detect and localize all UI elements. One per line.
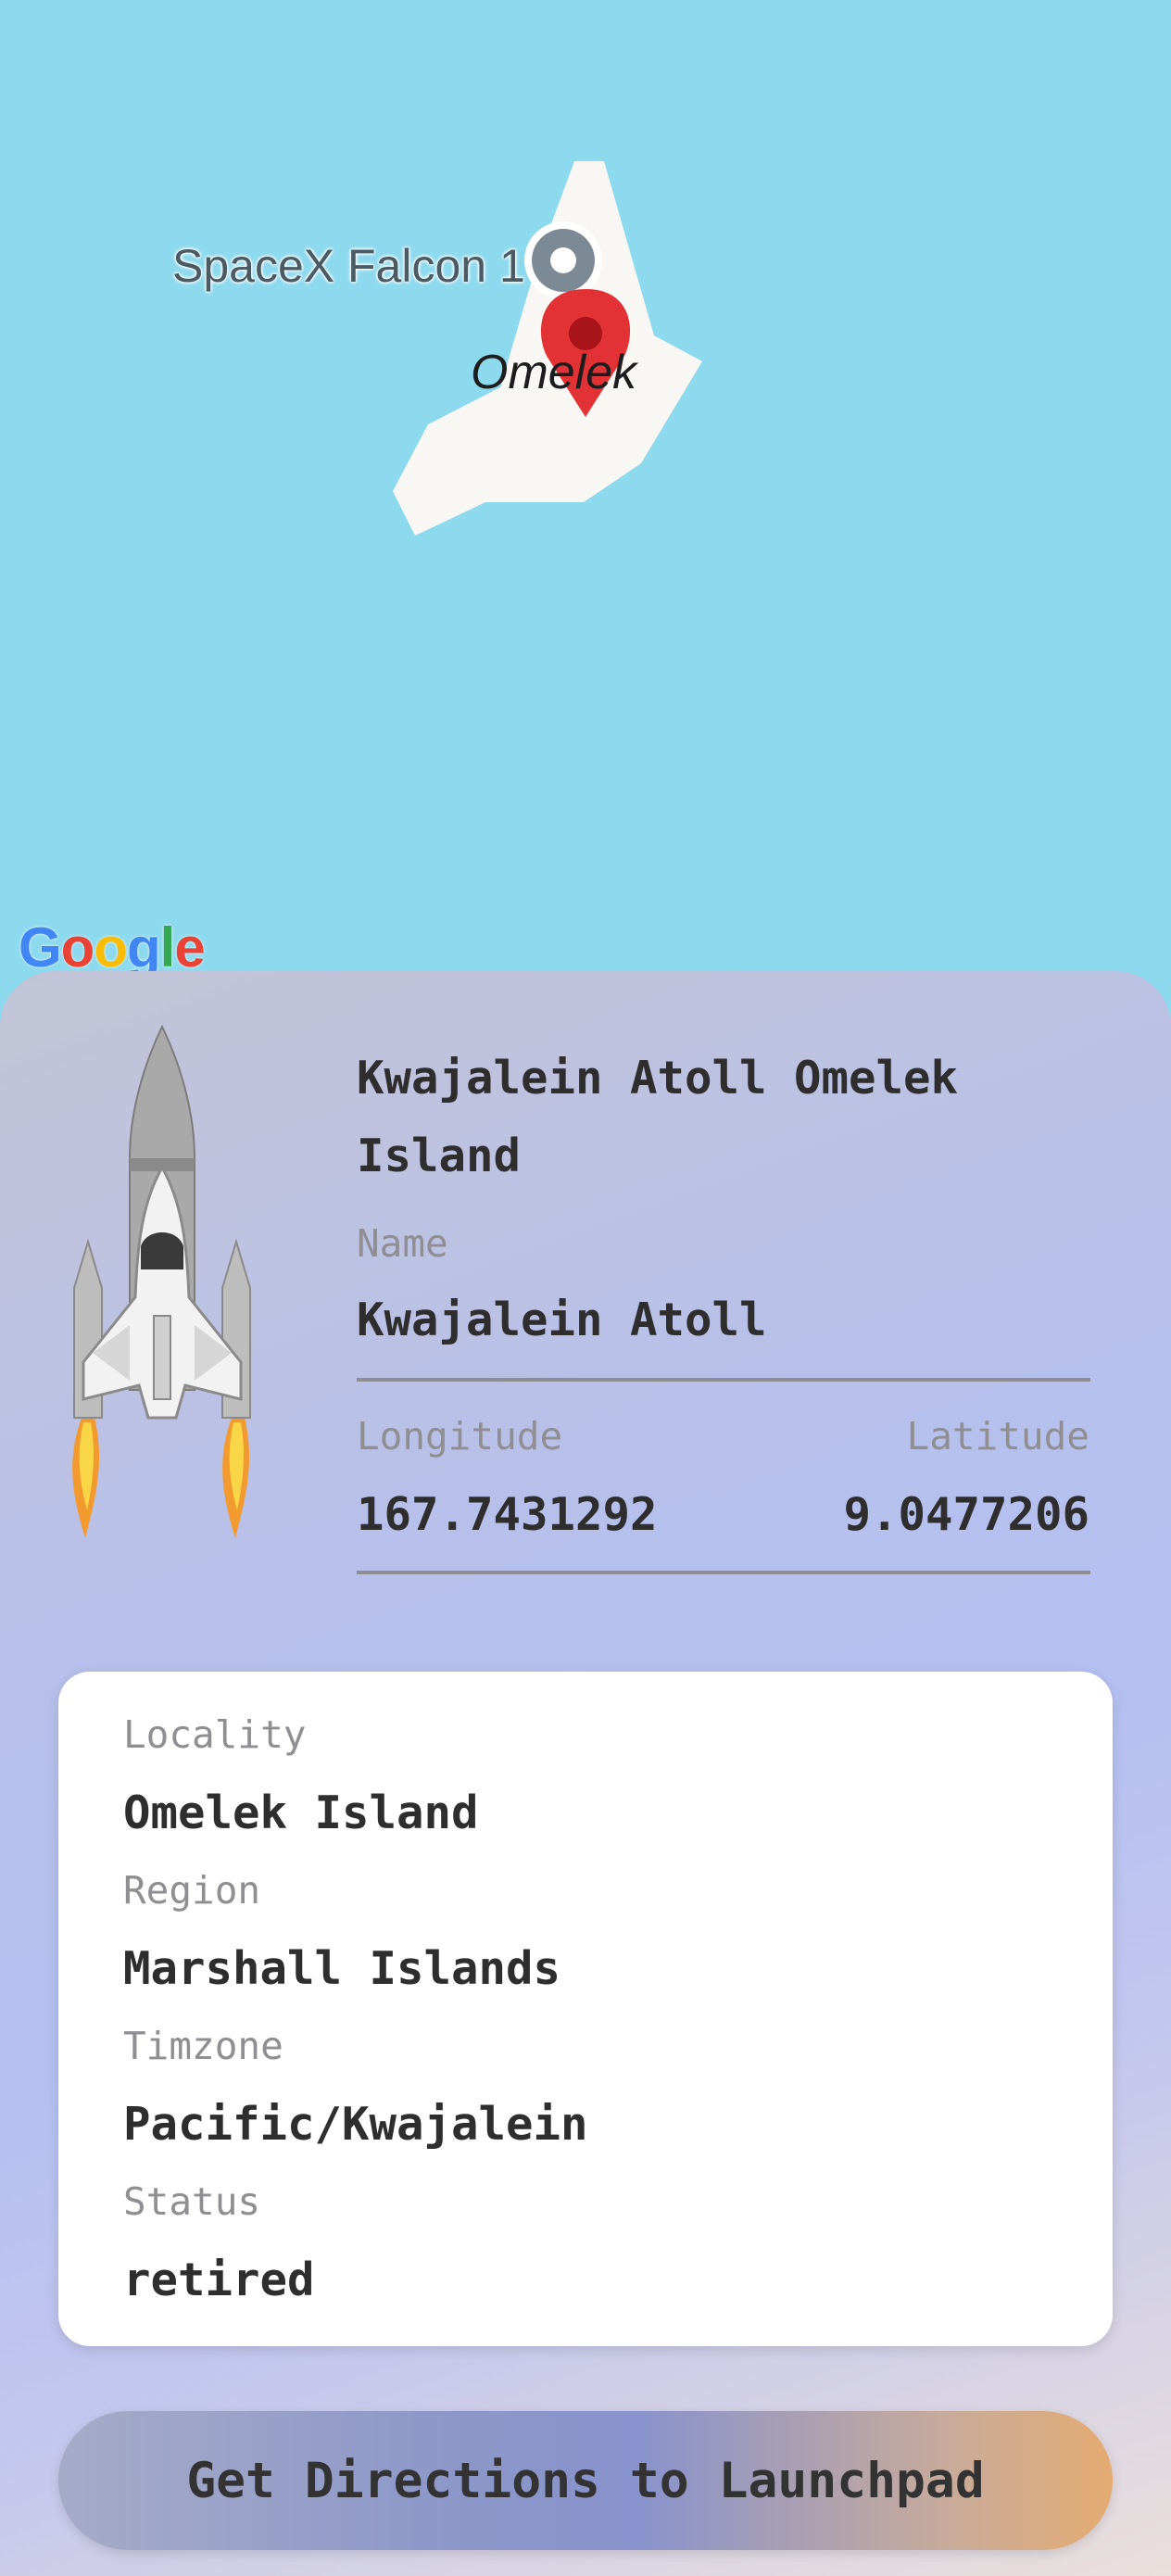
poi-marker-icon [524, 221, 602, 299]
name-label: Name [357, 1221, 448, 1266]
launchpad-title: Kwajalein Atoll Omelek Island [357, 1052, 959, 1182]
longitude-value: 167.7431292 [357, 1488, 658, 1541]
timezone-value: Pacific/Kwajalein [123, 2098, 588, 2151]
region-value: Marshall Islands [123, 1942, 561, 1995]
map-canvas[interactable] [0, 0, 1171, 1019]
latitude-value: 9.0477206 [843, 1488, 1089, 1541]
divider [357, 1378, 1090, 1382]
island-label: Omelek [471, 346, 637, 399]
locality-label: Locality [123, 1712, 307, 1757]
location-details-card: Locality Omelek Island Region Marshall I… [58, 1672, 1113, 2346]
name-value: Kwajalein Atoll [357, 1294, 767, 1346]
space-shuttle-icon [72, 1024, 251, 1538]
status-label: Status [123, 2179, 261, 2224]
map-view[interactable]: SpaceX Falcon 1 Omelek Google [0, 0, 1171, 1019]
timezone-label: Timzone [123, 2024, 283, 2068]
region-label: Region [123, 1868, 261, 1913]
get-directions-button[interactable]: Get Directions to Launchpad [58, 2411, 1113, 2550]
latitude-label: Latitude [906, 1414, 1089, 1458]
locality-value: Omelek Island [123, 1787, 479, 1839]
poi-label[interactable]: SpaceX Falcon 1 [172, 239, 525, 293]
divider [357, 1571, 1090, 1574]
google-logo: Google [19, 916, 206, 979]
longitude-label: Longitude [357, 1414, 563, 1458]
status-value: retired [123, 2254, 315, 2306]
